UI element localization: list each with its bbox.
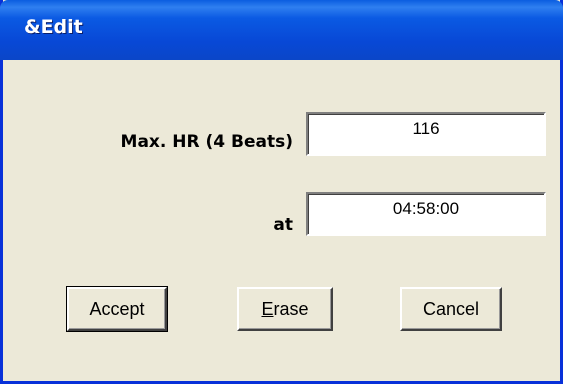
- erase-mnemonic: E: [261, 299, 274, 319]
- dialog-title: &Edit: [24, 16, 83, 38]
- max-hr-field[interactable]: 116: [306, 112, 546, 156]
- at-time-field[interactable]: 04:58:00: [306, 192, 546, 236]
- erase-label-rest: rase: [273, 299, 309, 319]
- cancel-button[interactable]: Cancel: [400, 287, 502, 331]
- accept-button[interactable]: Accept: [66, 286, 168, 332]
- title-bar[interactable]: &Edit: [0, 0, 563, 60]
- edit-dialog: &Edit Max. HR (4 Beats) 116 at 04:58:00 …: [0, 0, 563, 384]
- max-hr-label: Max. HR (4 Beats): [120, 132, 293, 152]
- at-label: at: [273, 215, 293, 235]
- erase-button[interactable]: Erase: [237, 287, 333, 331]
